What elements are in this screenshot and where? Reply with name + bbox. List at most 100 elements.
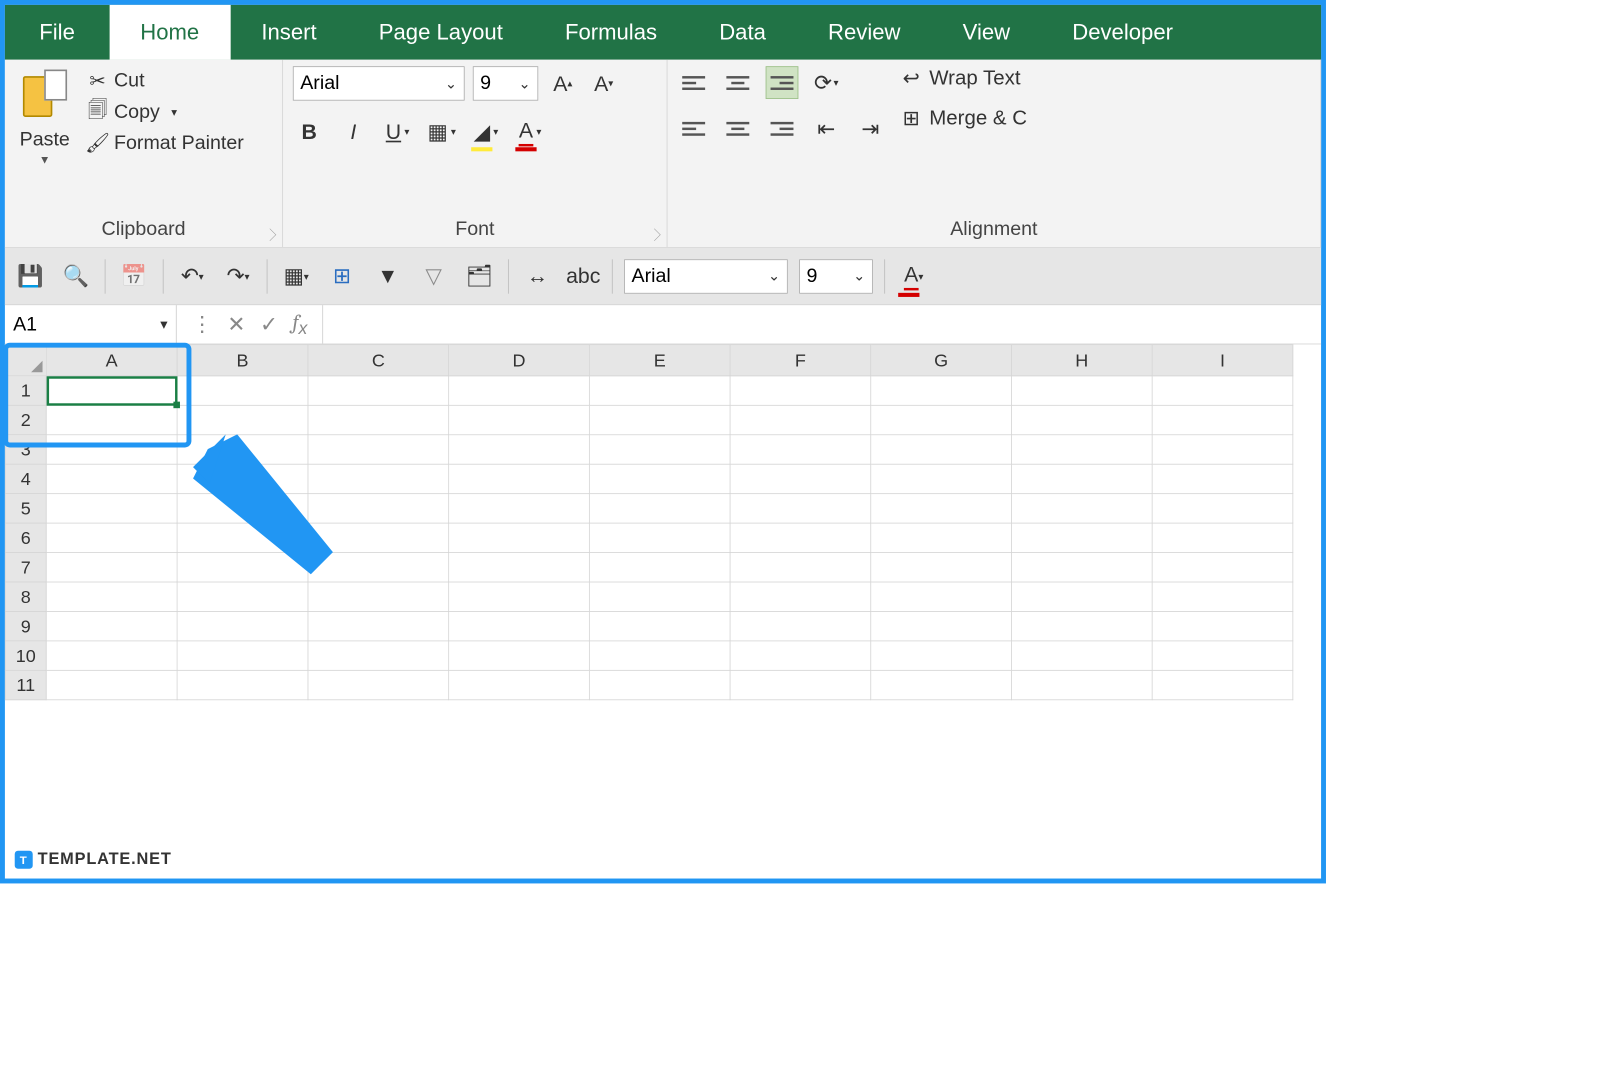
- cell[interactable]: [308, 494, 449, 523]
- column-header-d[interactable]: D: [449, 345, 590, 376]
- cell[interactable]: [449, 376, 590, 405]
- bold-button[interactable]: B: [293, 115, 326, 148]
- cell[interactable]: [1011, 464, 1152, 493]
- paste-button[interactable]: Paste ▼: [15, 66, 75, 166]
- cell[interactable]: [1011, 641, 1152, 670]
- cell[interactable]: [177, 435, 308, 464]
- cell[interactable]: [308, 553, 449, 582]
- cell[interactable]: [1152, 523, 1293, 552]
- cell[interactable]: [308, 582, 449, 611]
- cell[interactable]: [177, 670, 308, 699]
- column-header-i[interactable]: I: [1152, 345, 1293, 376]
- italic-button[interactable]: I: [337, 115, 370, 148]
- tab-home[interactable]: Home: [109, 5, 230, 60]
- cell[interactable]: [46, 611, 177, 640]
- cell[interactable]: [308, 670, 449, 699]
- cell[interactable]: [589, 582, 730, 611]
- tab-insert[interactable]: Insert: [230, 5, 347, 60]
- cell[interactable]: [449, 494, 590, 523]
- tab-file[interactable]: File: [5, 5, 109, 60]
- cell[interactable]: [589, 523, 730, 552]
- cell[interactable]: [449, 405, 590, 434]
- cell[interactable]: [449, 523, 590, 552]
- cell[interactable]: [46, 435, 177, 464]
- cell[interactable]: [308, 641, 449, 670]
- cell[interactable]: [589, 553, 730, 582]
- row-header[interactable]: 10: [5, 641, 46, 670]
- row-header[interactable]: 9: [5, 611, 46, 640]
- cell[interactable]: [308, 523, 449, 552]
- column-header-c[interactable]: C: [308, 345, 449, 376]
- cell[interactable]: [177, 553, 308, 582]
- format-painter-button[interactable]: 🖌Format Painter: [83, 128, 249, 157]
- save-button[interactable]: 💾: [13, 259, 47, 293]
- align-center-button[interactable]: [721, 112, 754, 145]
- align-top-button[interactable]: [677, 66, 710, 99]
- copy-button[interactable]: 🗐Copy▾: [83, 97, 249, 126]
- qat-font-color-button[interactable]: A▾: [897, 259, 931, 293]
- cell[interactable]: [449, 553, 590, 582]
- row-header[interactable]: 8: [5, 582, 46, 611]
- cell[interactable]: [589, 376, 730, 405]
- tool3-button[interactable]: ↔: [520, 259, 554, 293]
- cell[interactable]: [589, 611, 730, 640]
- cell[interactable]: [730, 670, 871, 699]
- cell[interactable]: [1152, 405, 1293, 434]
- row-header[interactable]: 11: [5, 670, 46, 699]
- cell[interactable]: [177, 641, 308, 670]
- cell[interactable]: [730, 553, 871, 582]
- cell[interactable]: [871, 553, 1012, 582]
- decrease-indent-button[interactable]: ⇤: [810, 112, 843, 145]
- tab-data[interactable]: Data: [688, 5, 797, 60]
- cell[interactable]: [589, 405, 730, 434]
- accept-formula-button[interactable]: ✓: [260, 312, 278, 337]
- cell[interactable]: [449, 611, 590, 640]
- font-color-button[interactable]: A▾: [514, 115, 547, 148]
- cell[interactable]: [308, 376, 449, 405]
- cell[interactable]: [46, 641, 177, 670]
- fill-color-button[interactable]: ◢▾: [470, 115, 503, 148]
- cell[interactable]: [871, 376, 1012, 405]
- cell[interactable]: [177, 376, 308, 405]
- undo-button[interactable]: ↶▾: [175, 259, 209, 293]
- wrap-text-button[interactable]: ↩Wrap Text: [901, 66, 1027, 90]
- cell[interactable]: [449, 582, 590, 611]
- border-button[interactable]: ▦▾: [425, 115, 458, 148]
- cell[interactable]: [730, 376, 871, 405]
- cell[interactable]: [730, 641, 871, 670]
- column-header-a[interactable]: A: [46, 345, 177, 376]
- orientation-button[interactable]: ⟳▾: [810, 66, 843, 99]
- cell[interactable]: [1011, 611, 1152, 640]
- cell[interactable]: [589, 464, 730, 493]
- increase-font-icon[interactable]: A▴: [546, 67, 579, 100]
- row-header[interactable]: 7: [5, 553, 46, 582]
- chevron-down-icon[interactable]: ▼: [39, 153, 50, 166]
- tab-page-layout[interactable]: Page Layout: [348, 5, 534, 60]
- cell[interactable]: [1011, 405, 1152, 434]
- cell[interactable]: [46, 405, 177, 434]
- cell[interactable]: [871, 494, 1012, 523]
- dots-icon[interactable]: ⋮: [191, 312, 212, 337]
- cell[interactable]: [1011, 553, 1152, 582]
- cell[interactable]: [1011, 376, 1152, 405]
- cell[interactable]: [1152, 641, 1293, 670]
- cell[interactable]: [589, 670, 730, 699]
- fx-icon[interactable]: fx: [293, 310, 308, 339]
- cell[interactable]: [177, 405, 308, 434]
- cell[interactable]: [1152, 582, 1293, 611]
- cell[interactable]: [449, 641, 590, 670]
- cell[interactable]: [1152, 435, 1293, 464]
- row-header[interactable]: 5: [5, 494, 46, 523]
- row-header[interactable]: 2: [5, 405, 46, 434]
- cell[interactable]: [308, 435, 449, 464]
- cell[interactable]: [871, 641, 1012, 670]
- tab-review[interactable]: Review: [797, 5, 932, 60]
- cell[interactable]: [1152, 494, 1293, 523]
- row-header[interactable]: 6: [5, 523, 46, 552]
- font-name-select[interactable]: Arial⌄: [293, 66, 465, 100]
- cell[interactable]: [46, 464, 177, 493]
- cell[interactable]: [589, 435, 730, 464]
- cell[interactable]: [46, 553, 177, 582]
- cell[interactable]: [730, 611, 871, 640]
- cell[interactable]: [1011, 494, 1152, 523]
